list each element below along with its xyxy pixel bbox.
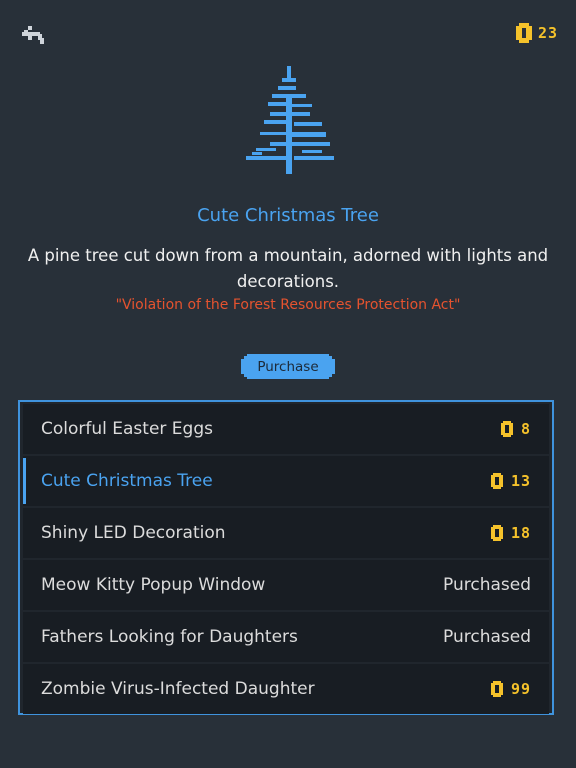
coin-icon	[515, 23, 532, 43]
shop-item-zombie-virus-infected-daughter[interactable]: Zombie Virus-Infected Daughter 99	[23, 664, 549, 714]
coin-icon	[490, 525, 503, 541]
item-description: A pine tree cut down from a mountain, ad…	[27, 246, 549, 291]
shop-item-colorful-easter-eggs[interactable]: Colorful Easter Eggs 8	[23, 404, 549, 454]
christmas-tree-icon	[242, 64, 336, 178]
coin-balance: 23	[515, 22, 558, 44]
coin-icon	[490, 681, 503, 697]
shop-item-fathers-looking-for-daughters[interactable]: Fathers Looking for Daughters Purchased	[23, 612, 549, 662]
shop-item-price: 13	[490, 472, 531, 490]
coin-icon	[500, 421, 513, 437]
item-quote: "Violation of the Forest Resources Prote…	[115, 297, 461, 313]
shop-item-price-value: 8	[520, 420, 531, 438]
shop-item-name: Fathers Looking for Daughters	[41, 627, 298, 647]
shop-item-price: 8	[500, 420, 531, 438]
shop-item-shiny-led-decoration[interactable]: Shiny LED Decoration 18	[23, 508, 549, 558]
shop-item-name: Shiny LED Decoration	[41, 523, 226, 543]
back-button[interactable]	[20, 22, 50, 48]
item-title: Cute Christmas Tree	[197, 205, 379, 226]
shop-item-name: Zombie Virus-Infected Daughter	[41, 679, 315, 699]
purchase-button[interactable]: Purchase	[241, 354, 335, 379]
shop-item-status: Purchased	[443, 627, 531, 647]
shop-item-price-value: 99	[510, 680, 531, 698]
shop-list: Colorful Easter Eggs 8 Cute Christmas Tr…	[18, 400, 554, 715]
shop-item-status: Purchased	[443, 575, 531, 595]
shop-item-name: Cute Christmas Tree	[41, 471, 213, 491]
coin-icon	[490, 473, 503, 489]
shop-item-name: Colorful Easter Eggs	[41, 419, 213, 439]
shop-item-price: 99	[490, 680, 531, 698]
shop-item-cute-christmas-tree[interactable]: Cute Christmas Tree 13	[23, 456, 549, 506]
back-arrow-icon	[22, 26, 44, 44]
shop-item-price-value: 18	[510, 524, 531, 542]
shop-item-name: Meow Kitty Popup Window	[41, 575, 266, 595]
shop-item-price-value: 13	[510, 472, 531, 490]
shop-item-meow-kitty-popup-window[interactable]: Meow Kitty Popup Window Purchased	[23, 560, 549, 610]
coin-balance-value: 23	[537, 24, 558, 42]
shop-item-price: 18	[490, 524, 531, 542]
